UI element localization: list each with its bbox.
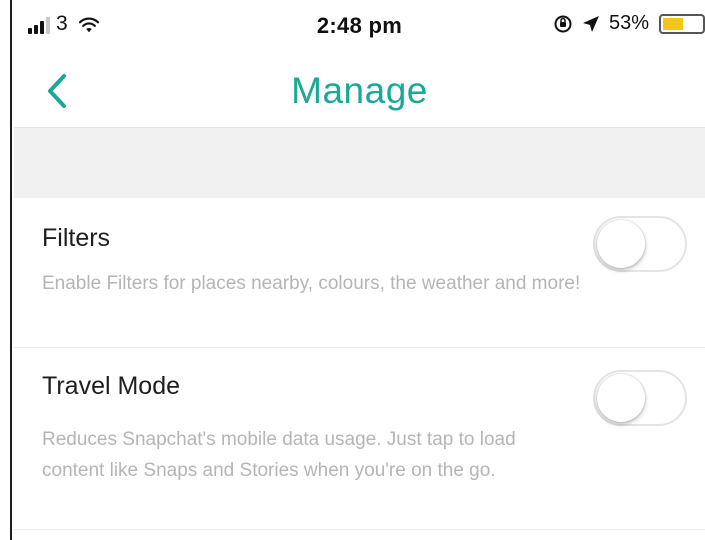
next-row-edge	[14, 530, 705, 540]
section-header	[14, 128, 705, 198]
setting-title: Filters	[42, 224, 111, 252]
page-title: Manage	[291, 70, 428, 111]
battery-icon	[659, 13, 705, 34]
setting-row-filters: Filters Enable Filters for places nearby…	[14, 198, 705, 348]
nav-bar: Manage	[14, 54, 705, 128]
toggle-knob	[597, 220, 645, 268]
setting-description: Reduces Snapchat's mobile data usage. Ju…	[42, 429, 516, 481]
device-bezel	[0, 0, 12, 540]
orientation-lock-icon	[554, 15, 572, 32]
setting-title: Travel Mode	[42, 372, 181, 400]
filters-toggle[interactable]	[593, 216, 687, 272]
status-bar: 3 2:48 pm 53%	[14, 0, 705, 54]
status-right: 53%	[553, 12, 705, 35]
setting-description: Enable Filters for places nearby, colour…	[42, 273, 581, 294]
travel-mode-toggle[interactable]	[593, 370, 687, 426]
toggle-knob	[597, 374, 645, 422]
battery-fill	[663, 17, 683, 30]
location-arrow-icon	[582, 15, 599, 32]
battery-percent: 53%	[608, 12, 649, 34]
setting-row-travel-mode: Travel Mode Reduces Snapchat's mobile da…	[14, 348, 705, 530]
phone-screen: 3 2:48 pm 53% Manage Filters Enable Filt…	[0, 0, 705, 540]
